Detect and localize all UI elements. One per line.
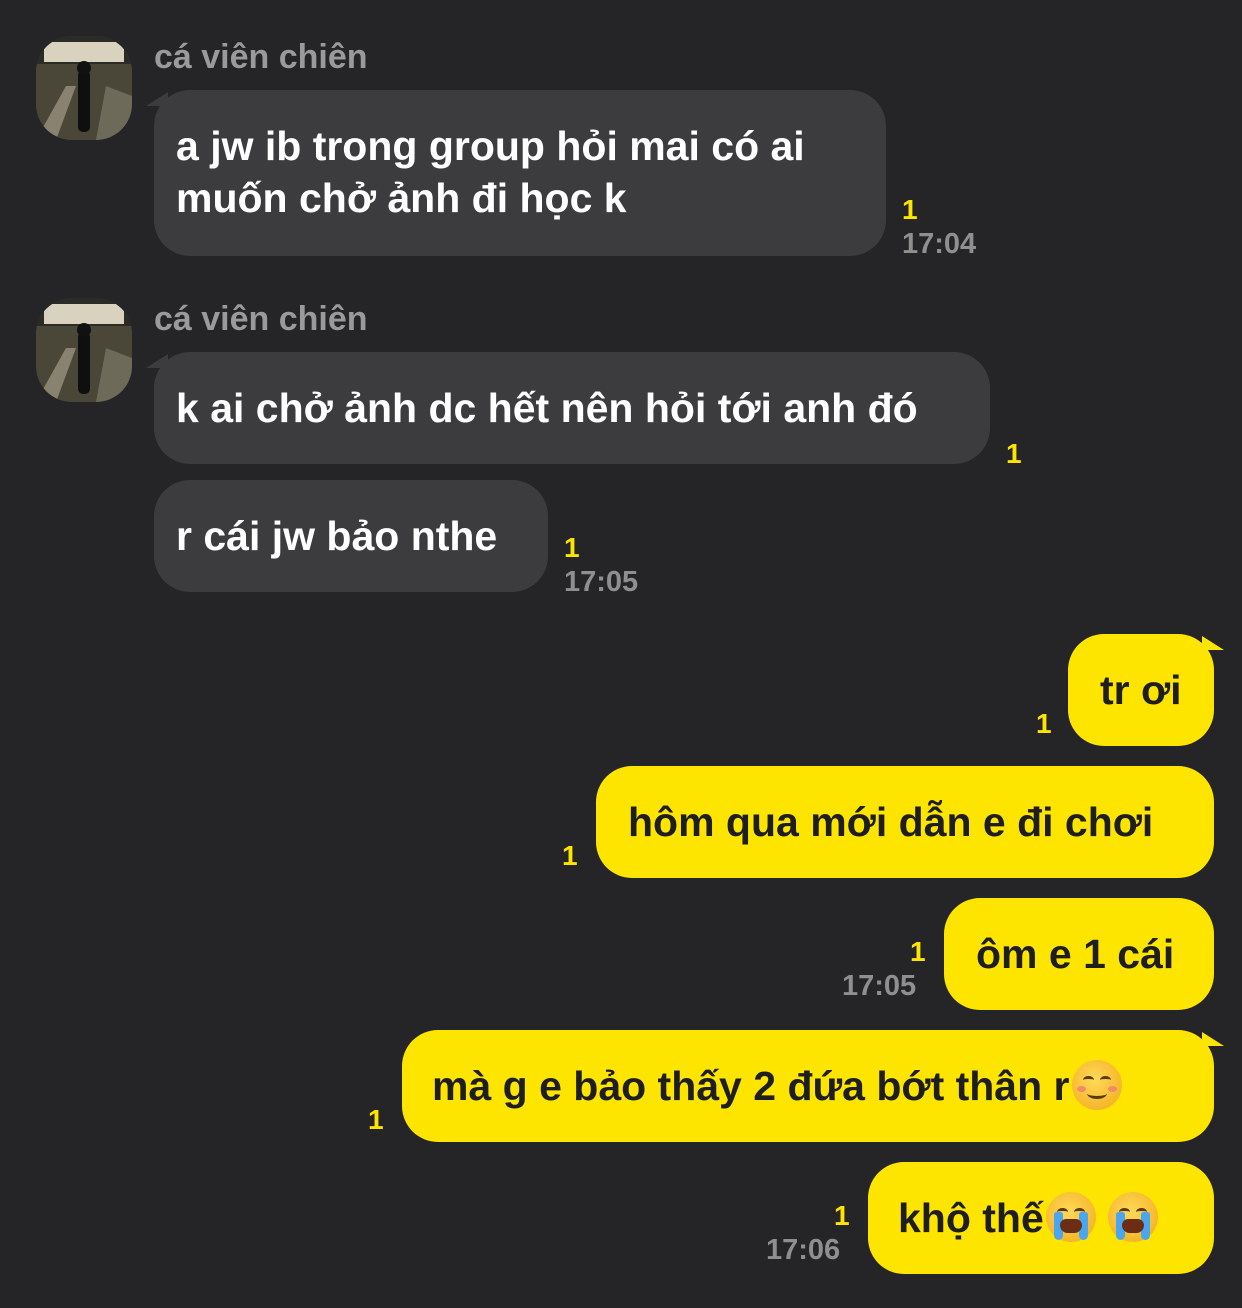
message-text: tr ơi <box>1100 667 1182 713</box>
message-bubble-outgoing[interactable]: tr ơi <box>1068 634 1214 746</box>
message-bubble-incoming[interactable]: a jw ib trong group hỏi mai có ai muốn c… <box>154 90 886 256</box>
message-bubble-outgoing[interactable]: khộ thế <box>868 1162 1214 1274</box>
unread-count: 1 <box>562 840 578 871</box>
unread-count: 1 <box>1006 438 1022 469</box>
contact-avatar[interactable] <box>36 298 132 402</box>
message-bubble-outgoing[interactable]: ôm e 1 cái <box>944 898 1214 1010</box>
unread-count: 1 <box>1036 708 1052 739</box>
message-text: hôm qua mới dẫn e đi chơi <box>628 799 1154 845</box>
avatar-photo-icon <box>36 298 132 402</box>
avatar-photo-icon <box>36 36 132 140</box>
message-text: ôm e 1 cái <box>976 931 1175 977</box>
unread-count: 1 <box>368 1104 384 1135</box>
message-timestamp: 17:04 <box>902 228 977 260</box>
unread-count: 1 <box>564 532 580 563</box>
smiling-blush-emoji-icon <box>1071 1060 1122 1110</box>
loudly-crying-emoji-icon <box>1045 1192 1096 1242</box>
message-bubble-outgoing[interactable]: hôm qua mới dẫn e đi chơi <box>596 766 1214 878</box>
message-text: k ai chở ảnh dc hết nên hỏi tới anh đó <box>176 385 918 431</box>
loudly-crying-emoji-icon <box>1107 1192 1158 1242</box>
unread-count: 1 <box>902 194 918 225</box>
message-bubble-incoming[interactable]: k ai chở ảnh dc hết nên hỏi tới anh đó <box>154 352 990 464</box>
message-text: r cái jw bảo nthe <box>176 513 498 559</box>
contact-avatar[interactable] <box>36 36 132 140</box>
message-bubble-outgoing[interactable]: mà g e bảo thấy 2 đứa bớt thân r <box>402 1030 1214 1142</box>
message-text: a jw ib trong group hỏi mai có ai <box>176 123 805 169</box>
sender-name: cá viên chiên <box>154 38 368 76</box>
message-bubble-incoming[interactable]: r cái jw bảo nthe <box>154 480 548 592</box>
unread-count: 1 <box>910 936 926 967</box>
message-timestamp: 17:06 <box>766 1234 841 1266</box>
message-timestamp: 17:05 <box>564 566 639 598</box>
message-text: mà g e bảo thấy 2 đứa bớt thân r <box>432 1060 1192 1112</box>
message-text: khộ thế <box>898 1192 1192 1244</box>
message-text: muốn chở ảnh đi học k <box>176 175 627 221</box>
sender-name: cá viên chiên <box>154 300 368 338</box>
message-timestamp: 17:05 <box>842 970 917 1002</box>
unread-count: 1 <box>834 1200 850 1231</box>
